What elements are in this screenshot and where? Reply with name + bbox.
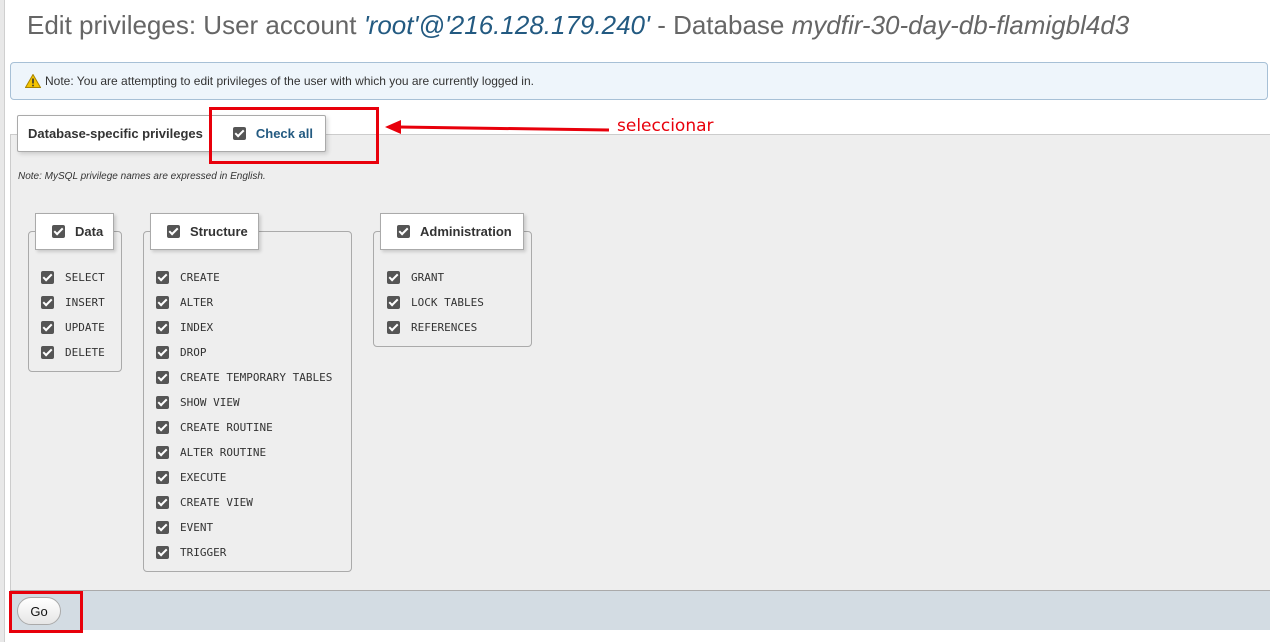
title-middle: - Database (649, 10, 792, 40)
administration-group-legend[interactable]: Administration (380, 213, 524, 250)
title-user-account: 'root'@'216.128.179.240' (363, 10, 650, 40)
privilege-label: LOCK TABLES (411, 296, 484, 309)
privilege-checkbox[interactable] (156, 496, 169, 509)
privilege-insert[interactable]: INSERT (41, 296, 105, 309)
privilege-label: SELECT (65, 271, 105, 284)
privilege-label: ALTER ROUTINE (180, 446, 267, 459)
privilege-create-temporary-tables[interactable]: CREATE TEMPORARY TABLES (156, 371, 332, 384)
title-prefix: Edit privileges: User account (27, 10, 364, 40)
privilege-checkbox[interactable] (156, 546, 169, 559)
privilege-references[interactable]: REFERENCES (387, 321, 477, 334)
structure-group-label: Structure (190, 224, 248, 239)
privilege-label: CREATE (180, 271, 220, 284)
privilege-checkbox[interactable] (156, 421, 169, 434)
privilege-grant[interactable]: GRANT (387, 271, 444, 284)
privilege-checkbox[interactable] (387, 271, 400, 284)
privilege-checkbox[interactable] (156, 271, 169, 284)
warning-icon (25, 74, 41, 88)
privilege-checkbox[interactable] (41, 321, 54, 334)
privilege-label: DROP (180, 346, 207, 359)
privilege-checkbox[interactable] (156, 296, 169, 309)
privilege-checkbox[interactable] (156, 346, 169, 359)
privilege-checkbox[interactable] (387, 296, 400, 309)
annotation-highlight-go (9, 591, 83, 633)
left-panel-border (0, 0, 5, 642)
privilege-alter-routine[interactable]: ALTER ROUTINE (156, 446, 266, 459)
administration-group-label: Administration (420, 224, 512, 239)
privilege-show-view[interactable]: SHOW VIEW (156, 396, 240, 409)
mysql-note: Note: MySQL privilege names are expresse… (18, 171, 266, 182)
privilege-event[interactable]: EVENT (156, 521, 213, 534)
privilege-index[interactable]: INDEX (156, 321, 213, 334)
data-group-checkbox[interactable] (52, 225, 65, 238)
structure-group-checkbox[interactable] (167, 225, 180, 238)
privilege-drop[interactable]: DROP (156, 346, 207, 359)
privilege-label: CREATE TEMPORARY TABLES (180, 371, 333, 384)
notice-banner: Note: You are attempting to edit privile… (10, 62, 1268, 100)
privilege-label: DELETE (65, 346, 105, 359)
privileges-legend-label: Database-specific privileges (28, 126, 203, 141)
privilege-checkbox[interactable] (156, 471, 169, 484)
data-group-legend[interactable]: Data (35, 213, 114, 250)
privilege-trigger[interactable]: TRIGGER (156, 546, 226, 559)
privilege-checkbox[interactable] (41, 346, 54, 359)
administration-group-checkbox[interactable] (397, 225, 410, 238)
privilege-checkbox[interactable] (156, 446, 169, 459)
privilege-label: UPDATE (65, 321, 105, 334)
data-group-label: Data (75, 224, 104, 239)
privilege-checkbox[interactable] (156, 371, 169, 384)
privilege-execute[interactable]: EXECUTE (156, 471, 226, 484)
privilege-checkbox[interactable] (41, 296, 54, 309)
privilege-label: CREATE ROUTINE (180, 421, 273, 434)
bottom-strip (10, 630, 1270, 642)
privilege-update[interactable]: UPDATE (41, 321, 105, 334)
privilege-label: INDEX (180, 321, 214, 334)
page-title: Edit privileges: User account 'root'@'21… (27, 10, 1129, 41)
privilege-alter[interactable]: ALTER (156, 296, 213, 309)
privilege-lock-tables[interactable]: LOCK TABLES (387, 296, 484, 309)
privilege-checkbox[interactable] (156, 521, 169, 534)
privilege-label: TRIGGER (180, 546, 227, 559)
privilege-checkbox[interactable] (41, 271, 54, 284)
privilege-label: SHOW VIEW (180, 396, 240, 409)
structure-group-legend[interactable]: Structure (150, 213, 259, 250)
privilege-checkbox[interactable] (156, 321, 169, 334)
privilege-checkbox[interactable] (156, 396, 169, 409)
privilege-label: EXECUTE (180, 471, 227, 484)
notice-text: Note: You are attempting to edit privile… (45, 74, 534, 88)
privilege-label: CREATE VIEW (180, 496, 253, 509)
privilege-label: ALTER (180, 296, 214, 309)
privilege-create-routine[interactable]: CREATE ROUTINE (156, 421, 273, 434)
privilege-label: GRANT (411, 271, 445, 284)
privilege-label: REFERENCES (411, 321, 478, 334)
privilege-select[interactable]: SELECT (41, 271, 105, 284)
privilege-label: EVENT (180, 521, 214, 534)
privilege-create[interactable]: CREATE (156, 271, 220, 284)
privilege-delete[interactable]: DELETE (41, 346, 105, 359)
title-database: mydfir-30-day-db-flamigbl4d3 (791, 10, 1130, 40)
privilege-create-view[interactable]: CREATE VIEW (156, 496, 253, 509)
annotation-highlight-check-all (209, 107, 379, 164)
annotation-arrow-icon (385, 120, 610, 134)
form-action-bar (10, 590, 1270, 631)
privilege-label: INSERT (65, 296, 105, 309)
privilege-checkbox[interactable] (387, 321, 400, 334)
annotation-text: seleccionar (617, 116, 714, 136)
